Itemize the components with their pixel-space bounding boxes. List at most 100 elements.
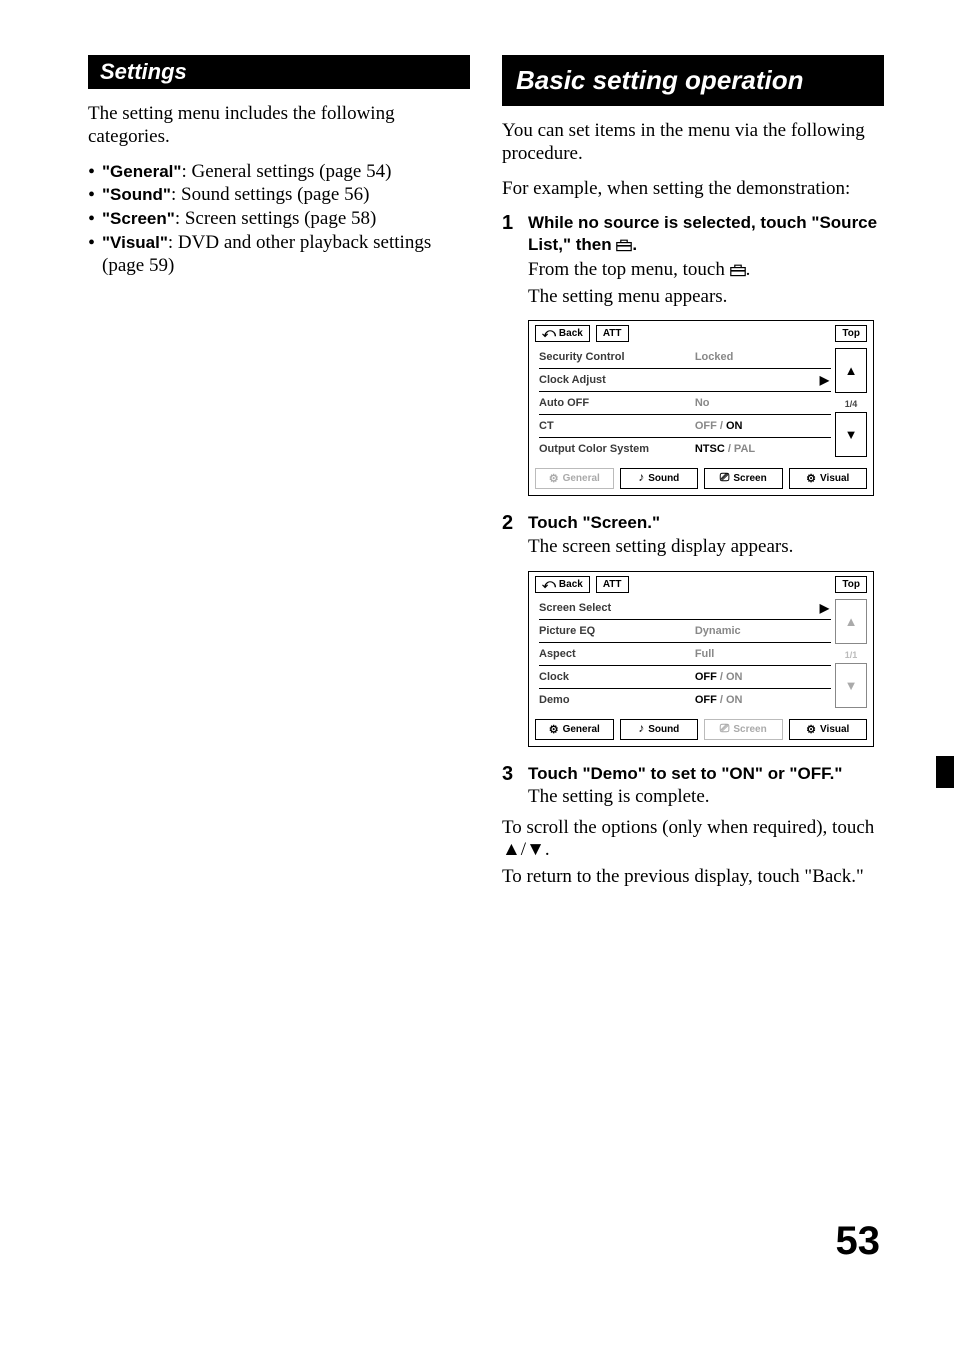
- row-label: Aspect: [539, 648, 689, 660]
- att-button[interactable]: ATT: [596, 576, 629, 593]
- tab-label: General: [563, 473, 600, 484]
- row-label: Screen Select: [539, 602, 680, 614]
- row-value: OFF / ON: [695, 671, 831, 683]
- scroll-up-button: [835, 599, 867, 644]
- tab-sound[interactable]: Sound: [620, 468, 699, 489]
- chevron-right-icon: ▶: [820, 601, 831, 615]
- chevron-right-icon: ▶: [820, 373, 831, 387]
- menu-row[interactable]: Picture EQDynamic: [539, 620, 831, 643]
- step-1: 1 While no source is selected, touch "So…: [502, 212, 884, 500]
- row-label: Picture EQ: [539, 625, 689, 637]
- tab-label: Visual: [820, 724, 849, 735]
- menu-row[interactable]: Screen Select ▶: [539, 597, 831, 620]
- gear-icon: [549, 472, 559, 485]
- back-button[interactable]: Back: [535, 325, 590, 342]
- tab-general[interactable]: General: [535, 719, 614, 740]
- scroll-up-button[interactable]: [835, 348, 867, 393]
- category-name: "Visual": [102, 233, 168, 252]
- step-3: 3 Touch "Demo" to set to "ON" or "OFF." …: [502, 763, 884, 809]
- note-icon: [638, 724, 644, 735]
- top-button[interactable]: Top: [835, 576, 867, 593]
- step-2-line: The screen setting display appears.: [528, 536, 884, 559]
- category-name: "Screen": [102, 209, 175, 228]
- top-button[interactable]: Top: [835, 325, 867, 342]
- intro-paragraph: You can set items in the menu via the fo…: [502, 120, 884, 166]
- step-number: 3: [502, 763, 518, 809]
- row-value: Locked: [695, 351, 831, 363]
- tab-visual[interactable]: Visual: [789, 468, 868, 489]
- menu-row[interactable]: Security Control Locked: [539, 346, 831, 369]
- step-1-title: While no source is selected, touch "Sour…: [528, 212, 884, 257]
- step-1-line1: From the top menu, touch .: [528, 259, 884, 284]
- tab-label: Screen: [733, 473, 766, 484]
- scroll-down-button[interactable]: [835, 412, 867, 457]
- row-label: Clock: [539, 671, 689, 683]
- step-3-title: Touch "Demo" to set to "ON" or "OFF.": [528, 763, 884, 784]
- category-desc: : Screen settings (page 58): [175, 208, 377, 229]
- category-name: "General": [102, 162, 181, 181]
- list-item: "General": General settings (page 54): [88, 161, 470, 184]
- tab-label: Visual: [820, 473, 849, 484]
- list-item: "Sound": Sound settings (page 56): [88, 184, 470, 207]
- chevron-down-icon: [845, 678, 858, 693]
- step-text: While no source is selected, touch "Sour…: [528, 213, 877, 253]
- tab-label: General: [563, 724, 600, 735]
- tab-sound[interactable]: Sound: [620, 719, 699, 740]
- settings-intro: The setting menu includes the following …: [88, 103, 470, 149]
- step-text: .: [632, 235, 637, 254]
- menu-row[interactable]: Clock OFF / ON: [539, 666, 831, 689]
- step-2: 2 Touch "Screen." The screen setting dis…: [502, 512, 884, 750]
- back-label: Back: [559, 579, 583, 590]
- left-column: Settings The setting menu includes the f…: [88, 55, 470, 1280]
- back-button[interactable]: Back: [535, 576, 590, 593]
- menu-row[interactable]: CTOFF / ON: [539, 415, 831, 438]
- footer-text: To scroll the options (only when require…: [502, 817, 874, 838]
- menu-row[interactable]: Output Color SystemNTSC / PAL: [539, 438, 831, 460]
- tab-general[interactable]: General: [535, 468, 614, 489]
- menu-row[interactable]: Demo OFF / ON: [539, 689, 831, 711]
- scroll-down-button: [835, 663, 867, 708]
- row-label: Output Color System: [539, 443, 689, 455]
- category-desc: : General settings (page 54): [181, 161, 391, 182]
- chevron-up-icon: [845, 614, 858, 629]
- back-label: Back: [559, 328, 583, 339]
- screen-icon: [720, 724, 730, 735]
- menu-row[interactable]: AspectFull: [539, 643, 831, 666]
- row-value: OFF / ON: [695, 694, 831, 706]
- tab-label: Screen: [733, 724, 766, 735]
- tab-label: Sound: [648, 724, 679, 735]
- settings-toolbox-icon: [730, 261, 746, 284]
- page-indicator: 1/1: [835, 647, 867, 663]
- list-item: "Screen": Screen settings (page 58): [88, 208, 470, 231]
- footer-text: .: [545, 839, 550, 860]
- settings-menu-2: Back ATT Top Screen Select ▶ Picture EQDy…: [528, 571, 874, 747]
- chevron-up-icon: [845, 363, 858, 378]
- page-number: 53: [836, 1219, 881, 1264]
- tab-visual[interactable]: Visual: [789, 719, 868, 740]
- settings-category-list: "General": General settings (page 54) "S…: [88, 161, 470, 278]
- sliders-icon: [806, 472, 816, 485]
- example-paragraph: For example, when setting the demonstrat…: [502, 178, 884, 201]
- menu-row[interactable]: Auto OFFNo: [539, 392, 831, 415]
- tab-label: Sound: [648, 473, 679, 484]
- att-button[interactable]: ATT: [596, 325, 629, 342]
- footer-back-note: To return to the previous display, touch…: [502, 866, 884, 889]
- row-label: Demo: [539, 694, 689, 706]
- tab-screen[interactable]: Screen: [704, 468, 783, 489]
- row-label: Security Control: [539, 351, 689, 363]
- step-text: From the top menu, touch: [528, 259, 730, 280]
- footer-scroll-note: To scroll the options (only when require…: [502, 817, 884, 863]
- settings-heading: Settings: [88, 55, 470, 89]
- row-label: Clock Adjust: [539, 374, 680, 386]
- settings-menu-1: Back ATT Top Security Control Locked Cloc…: [528, 320, 874, 496]
- list-item: "Visual": DVD and other playback setting…: [88, 232, 470, 278]
- category-desc: : Sound settings (page 56): [171, 184, 369, 205]
- back-arrow-icon: [542, 579, 556, 590]
- tab-screen[interactable]: Screen: [704, 719, 783, 740]
- settings-toolbox-icon: [616, 236, 632, 257]
- arrow-up-down-icon: ▲/▼: [502, 839, 545, 860]
- menu-row[interactable]: Clock Adjust ▶: [539, 369, 831, 392]
- thumb-index-tab: [936, 756, 954, 788]
- row-value: OFF / ON: [695, 420, 831, 432]
- note-icon: [638, 473, 644, 484]
